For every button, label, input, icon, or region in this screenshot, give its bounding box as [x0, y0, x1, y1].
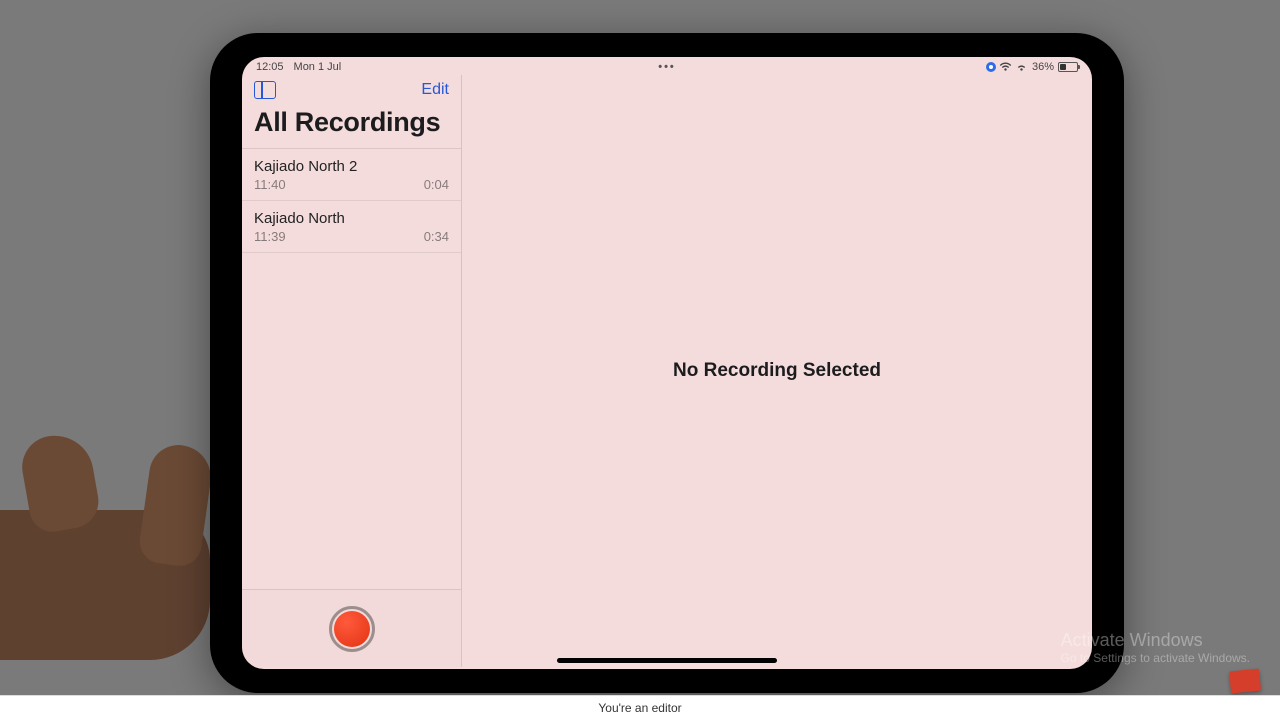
tablet-device-frame: 12:05 Mon 1 Jul ••• 36%	[210, 33, 1124, 693]
corner-badge-icon	[1229, 668, 1261, 693]
recording-name: Kajiado North 2	[254, 158, 449, 175]
recordings-sidebar: Edit All Recordings Kajiado North 2 11:4…	[242, 75, 462, 667]
footer-bar: You're an editor	[0, 695, 1280, 720]
footer-text: You're an editor	[598, 701, 681, 715]
recording-time: 11:40	[254, 177, 286, 192]
recordings-list: Kajiado North 2 11:40 0:04 Kajiado North…	[242, 148, 461, 253]
hand-photo	[0, 380, 210, 660]
battery-icon	[1058, 62, 1078, 72]
empty-state-message: No Recording Selected	[673, 360, 881, 382]
recording-name: Kajiado North	[254, 210, 449, 227]
record-icon	[334, 611, 370, 647]
record-footer	[242, 589, 461, 667]
tablet-screen: 12:05 Mon 1 Jul ••• 36%	[242, 57, 1092, 669]
recording-duration: 0:04	[424, 177, 449, 192]
signal-icon	[1015, 62, 1028, 72]
recording-duration: 0:34	[424, 229, 449, 244]
status-time: 12:05	[256, 61, 284, 73]
location-indicator-icon	[986, 62, 996, 72]
battery-percent: 36%	[1032, 61, 1054, 73]
recording-time: 11:39	[254, 229, 286, 244]
edit-button[interactable]: Edit	[421, 81, 449, 99]
record-button[interactable]	[329, 606, 375, 652]
status-date: Mon 1 Jul	[294, 61, 342, 73]
status-bar: 12:05 Mon 1 Jul ••• 36%	[242, 57, 1092, 75]
recording-item[interactable]: Kajiado North 2 11:40 0:04	[242, 149, 461, 201]
main-panel: No Recording Selected	[462, 75, 1092, 667]
page-title: All Recordings	[242, 99, 461, 148]
wifi-icon	[999, 62, 1012, 72]
home-indicator[interactable]	[557, 658, 777, 663]
recording-item[interactable]: Kajiado North 11:39 0:34	[242, 201, 461, 253]
sidebar-toggle-icon[interactable]	[254, 81, 276, 99]
multitask-indicator-icon[interactable]: •••	[658, 61, 676, 73]
